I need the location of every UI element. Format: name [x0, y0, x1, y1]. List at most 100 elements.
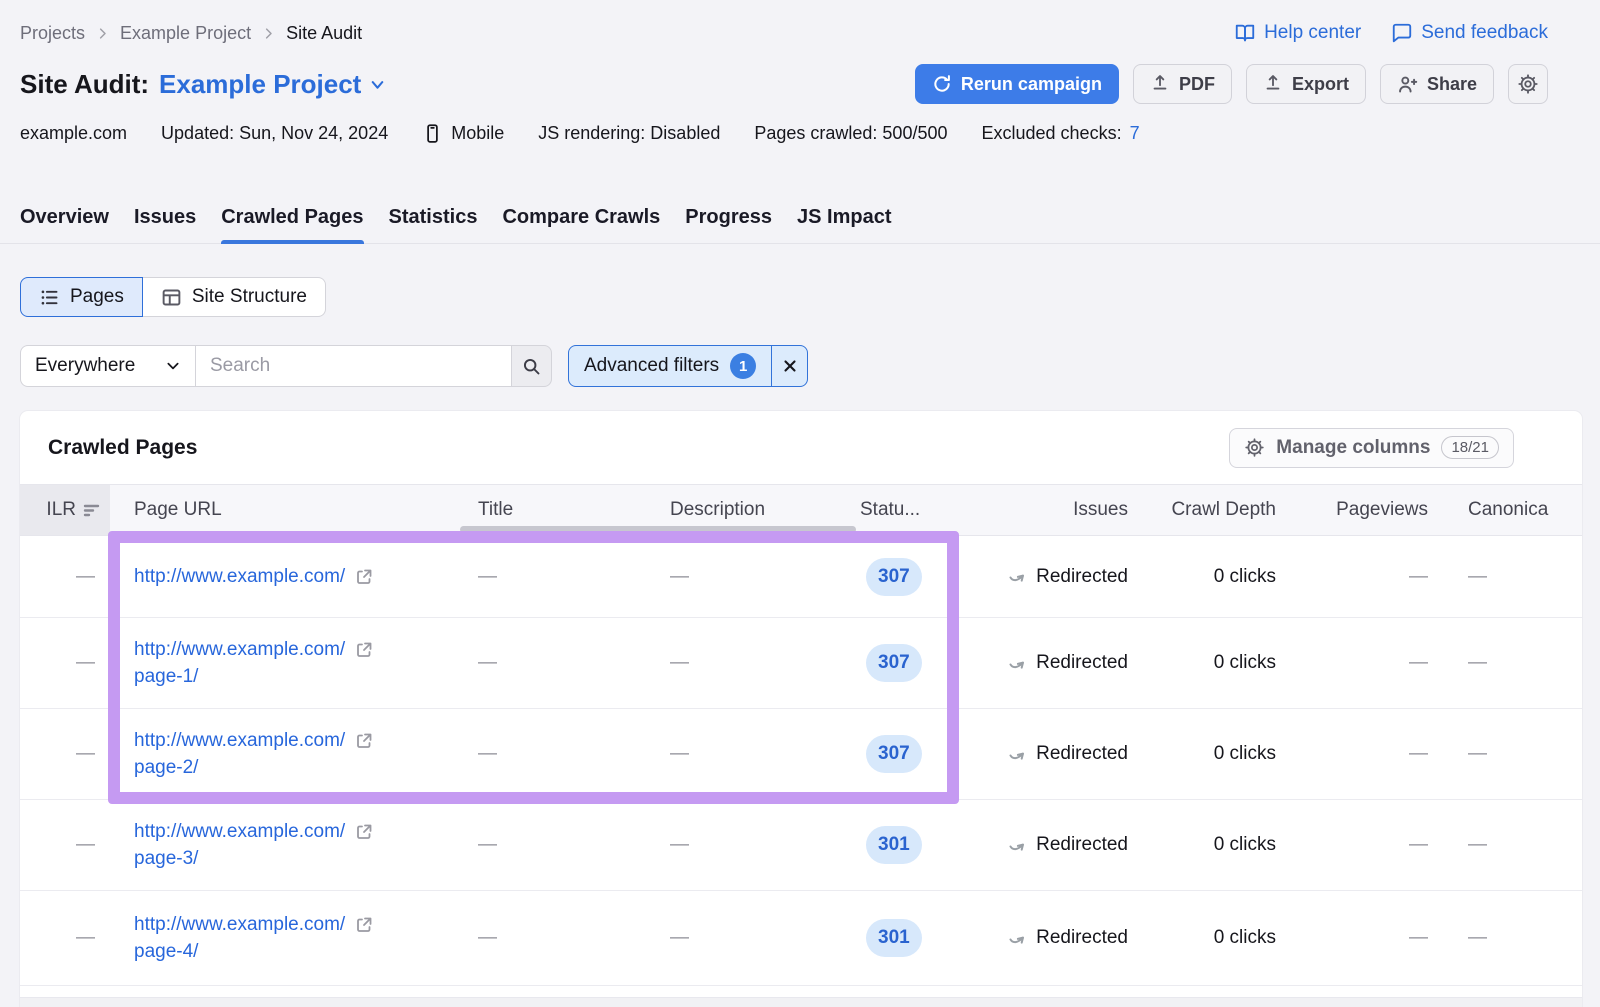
description-value: — — [670, 834, 689, 856]
search-scope-select[interactable]: Everywhere — [20, 345, 196, 387]
column-header-page-url[interactable]: Page URL — [110, 485, 470, 535]
partial-next-row — [20, 986, 1582, 998]
external-link-icon[interactable] — [354, 567, 374, 587]
ilr-value: — — [76, 927, 95, 949]
column-header-pageviews[interactable]: Pageviews — [1290, 485, 1445, 535]
redirect-arrow-icon — [1008, 566, 1029, 587]
page-url-link-line2[interactable]: page-2/ — [134, 757, 198, 778]
pdf-button[interactable]: PDF — [1133, 64, 1232, 104]
export-button[interactable]: Export — [1246, 64, 1366, 104]
smartphone-icon — [422, 123, 443, 144]
chevron-down-icon — [368, 75, 387, 94]
external-link-icon[interactable] — [354, 822, 374, 842]
audit-js-rendering: JS rendering: Disabled — [538, 123, 720, 144]
external-link-icon[interactable] — [354, 915, 374, 935]
description-value: — — [670, 927, 689, 949]
column-header-issues[interactable]: Issues — [960, 485, 1145, 535]
issues-value: Redirected — [1036, 566, 1128, 588]
advanced-filters-count-badge: 1 — [730, 353, 756, 379]
help-center-link[interactable]: Help center — [1234, 22, 1361, 44]
upload-icon — [1263, 74, 1283, 94]
ilr-value: — — [76, 834, 95, 856]
person-plus-icon — [1397, 74, 1418, 95]
page-url-link-line2[interactable]: page-4/ — [134, 941, 198, 962]
table-row: — http://www.example.com/ — — 307 Redire… — [20, 536, 1582, 618]
table-row: — http://www.example.com/ page-3/ — — 30… — [20, 800, 1582, 891]
page-url-link[interactable]: http://www.example.com/ — [134, 727, 345, 754]
clear-filters-button[interactable] — [771, 345, 808, 387]
issues-value: Redirected — [1036, 927, 1128, 949]
issues-value: Redirected — [1036, 834, 1128, 856]
settings-button[interactable] — [1508, 64, 1548, 104]
status-code-badge: 301 — [866, 826, 922, 864]
external-link-icon[interactable] — [354, 731, 374, 751]
crawl-depth-value: 0 clicks — [1214, 927, 1276, 949]
crawl-depth-value: 0 clicks — [1214, 566, 1276, 588]
excluded-checks-link[interactable]: 7 — [1130, 123, 1140, 144]
page-url-link[interactable]: http://www.example.com/ — [134, 563, 345, 590]
table-row: — http://www.example.com/ page-1/ — — 30… — [20, 618, 1582, 709]
page-url-link-line2[interactable]: page-3/ — [134, 848, 198, 869]
tab-statistics[interactable]: Statistics — [389, 206, 478, 243]
gear-icon — [1244, 437, 1265, 458]
pageviews-value: — — [1409, 927, 1428, 949]
audit-device: Mobile — [422, 123, 504, 144]
gear-icon — [1517, 73, 1539, 95]
tab-js-impact[interactable]: JS Impact — [797, 206, 891, 243]
title-value: — — [478, 743, 497, 765]
rerun-campaign-button[interactable]: Rerun campaign — [915, 64, 1119, 104]
feedback-bubble-icon — [1391, 22, 1413, 44]
breadcrumb-projects[interactable]: Projects — [20, 23, 85, 44]
status-code-badge: 307 — [866, 735, 922, 773]
advanced-filters-button[interactable]: Advanced filters 1 — [568, 345, 772, 387]
share-button[interactable]: Share — [1380, 64, 1494, 104]
chevron-right-icon — [261, 26, 276, 41]
column-header-ilr[interactable]: ILR — [20, 485, 110, 535]
book-icon — [1234, 22, 1256, 44]
issues-value: Redirected — [1036, 652, 1128, 674]
project-selector[interactable]: Example Project — [159, 69, 387, 100]
tab-progress[interactable]: Progress — [685, 206, 772, 243]
status-code-badge: 307 — [866, 558, 922, 596]
tab-overview[interactable]: Overview — [20, 206, 109, 243]
ilr-value: — — [76, 743, 95, 765]
column-header-canonical[interactable]: Canonica — [1445, 485, 1582, 535]
external-link-icon[interactable] — [354, 640, 374, 660]
table-grid-icon — [161, 287, 182, 308]
title-value: — — [478, 834, 497, 856]
view-toggle-site-structure[interactable]: Site Structure — [143, 277, 326, 317]
description-value: — — [670, 566, 689, 588]
audit-updated: Updated: Sun, Nov 24, 2024 — [161, 123, 388, 144]
page-url-link[interactable]: http://www.example.com/ — [134, 911, 345, 938]
page-url-link[interactable]: http://www.example.com/ — [134, 636, 345, 663]
column-header-status[interactable]: Statu... — [855, 485, 960, 535]
redirect-arrow-icon — [1008, 744, 1029, 765]
page-url-link-line2[interactable]: page-1/ — [134, 666, 198, 687]
tab-issues[interactable]: Issues — [134, 206, 196, 243]
page-header: Projects Example Project Site Audit Help… — [0, 0, 1600, 146]
crawl-depth-value: 0 clicks — [1214, 743, 1276, 765]
redirect-arrow-icon — [1008, 653, 1029, 674]
search-button[interactable] — [511, 345, 552, 387]
breadcrumb-current: Site Audit — [286, 23, 362, 44]
tab-compare-crawls[interactable]: Compare Crawls — [502, 206, 660, 243]
tab-crawled-pages[interactable]: Crawled Pages — [221, 206, 363, 243]
advanced-filters-group: Advanced filters 1 — [568, 345, 808, 387]
status-code-badge: 301 — [866, 919, 922, 957]
search-input[interactable] — [196, 345, 511, 387]
crawl-depth-value: 0 clicks — [1214, 834, 1276, 856]
send-feedback-link[interactable]: Send feedback — [1391, 22, 1548, 44]
view-toggle-pages[interactable]: Pages — [20, 277, 143, 317]
pageviews-value: — — [1409, 834, 1428, 856]
column-header-crawl-depth[interactable]: Crawl Depth — [1145, 485, 1290, 535]
description-value: — — [670, 743, 689, 765]
page-url-link[interactable]: http://www.example.com/ — [134, 818, 345, 845]
breadcrumb-project[interactable]: Example Project — [120, 23, 251, 44]
canonical-value: — — [1468, 834, 1487, 856]
search-icon — [521, 356, 542, 377]
sort-descending-icon — [83, 503, 100, 518]
pageviews-value: — — [1409, 743, 1428, 765]
manage-columns-button[interactable]: Manage columns 18/21 — [1229, 428, 1514, 468]
horizontal-scrollbar[interactable] — [460, 526, 856, 533]
title-value: — — [478, 566, 497, 588]
